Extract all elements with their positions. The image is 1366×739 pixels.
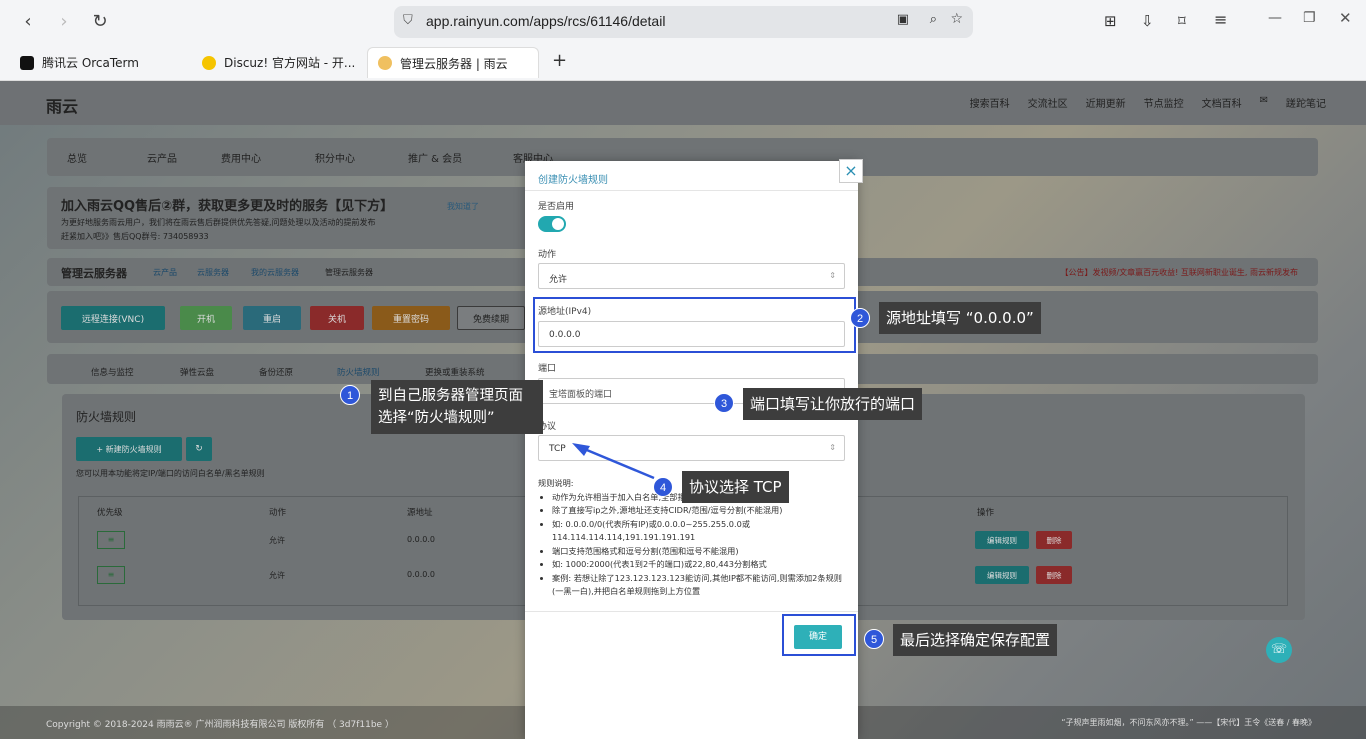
annotation-4: 协议选择 TCP	[682, 471, 789, 503]
annotation-3: 端口填写让你放行的端口	[743, 388, 923, 420]
annotation-1-line2: 选择“防火墙规则”	[378, 410, 495, 426]
annotation-badge-5: 5	[864, 629, 884, 649]
annotation-1-line1: 到自己服务器管理页面	[378, 388, 523, 404]
annotation-2: 源地址填写 “0.0.0.0”	[879, 302, 1041, 334]
annotation-5: 最后选择确定保存配置	[893, 624, 1058, 656]
annotation-badge-4: 4	[653, 477, 673, 497]
annotation-badge-3: 3	[714, 393, 734, 413]
annotation-badge-2: 2	[850, 308, 870, 328]
arrow-head	[572, 443, 590, 456]
annotation-1: 到自己服务器管理页面 选择“防火墙规则”	[371, 380, 543, 434]
arrow-layer	[572, 443, 655, 480]
annotation-badge-1: 1	[340, 385, 360, 405]
arrow-line	[581, 446, 655, 480]
